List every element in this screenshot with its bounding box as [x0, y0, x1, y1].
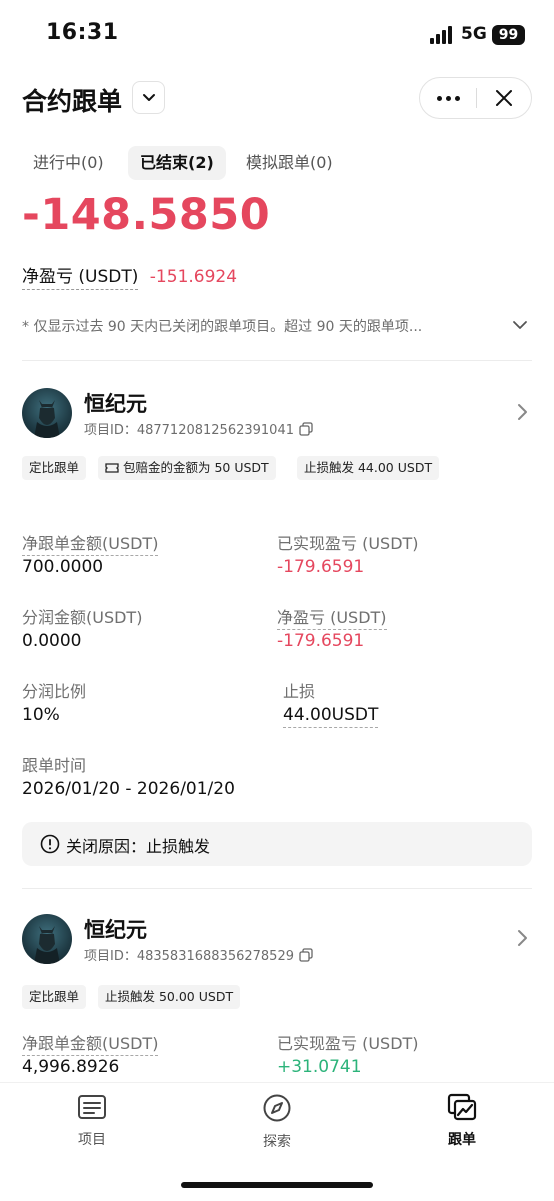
trader-card-header[interactable]: 恒纪元 项目ID：4877120812562391041 — [0, 388, 554, 448]
profit-share-label: 分润金额(USDT) — [22, 608, 143, 627]
net-pnl-label[interactable]: 净盈亏 (USDT) — [22, 267, 139, 290]
compass-icon — [263, 1094, 291, 1122]
signal-icon — [430, 26, 456, 44]
project-id: 项目ID：4877120812562391041 — [84, 419, 313, 438]
share-ratio-label: 分润比例 — [22, 682, 87, 701]
history-note: * 仅显示过去 90 天内已关闭的跟单项目。超过 90 天的跟单项... — [22, 319, 423, 335]
nav-copy-trade[interactable]: 跟单 — [412, 1093, 512, 1157]
card-net-pnl-value: -179.6591 — [277, 631, 365, 651]
chevron-right-icon[interactable] — [515, 928, 529, 948]
nav-projects-label: 项目 — [78, 1132, 106, 1148]
more-button[interactable] — [420, 78, 476, 118]
wolf-avatar-icon — [34, 400, 60, 438]
avatar — [22, 388, 72, 438]
nav-explore-label: 探索 — [263, 1134, 291, 1150]
divider — [22, 360, 532, 361]
status-tabs: 进行中(0) 已结束(2) 模拟跟单(0) — [22, 146, 422, 182]
nav-copy-trade-label: 跟单 — [448, 1132, 476, 1148]
list-card-icon — [78, 1095, 106, 1119]
project-id: 项目ID：4835831688356278529 — [84, 945, 313, 964]
page-header: 合约跟单 — [0, 70, 554, 128]
share-ratio-value: 10% — [22, 705, 60, 725]
avatar — [22, 914, 72, 964]
copy-icon[interactable] — [299, 422, 313, 436]
net-pnl-row: 净盈亏 (USDT) -151.6924 — [22, 262, 238, 290]
wolf-avatar-icon — [34, 926, 60, 964]
chevron-right-icon[interactable] — [515, 402, 529, 422]
total-pnl: -148.5850 — [22, 190, 271, 240]
voucher-icon — [105, 463, 119, 473]
battery-icon: 99 — [492, 25, 525, 45]
stop-loss-label: 止损 — [283, 682, 316, 701]
title-dropdown-button[interactable] — [132, 81, 165, 114]
copy-icon[interactable] — [299, 948, 313, 962]
trader-name: 恒纪元 — [84, 392, 147, 416]
tag-stop-loss: 止损触发 50.00 USDT — [98, 985, 241, 1009]
status-bar: 16:31 5G 99 — [0, 0, 554, 64]
mini-program-capsule — [419, 77, 532, 119]
page-title: 合约跟单 — [22, 87, 123, 116]
net-amount-value: 4,996.8926 — [22, 1057, 120, 1077]
expand-note-icon[interactable] — [512, 318, 528, 332]
home-indicator[interactable] — [181, 1182, 373, 1188]
realized-pnl-value: +31.0741 — [277, 1057, 362, 1077]
close-reason-box: 关闭原因：止损触发 — [22, 822, 532, 866]
status-time: 16:31 — [46, 20, 119, 45]
tag-ratio-copy: 定比跟单 — [22, 985, 87, 1009]
tag-compensation: 包赔金的金额为 50 USDT — [98, 456, 276, 480]
tab-in-progress[interactable]: 进行中(0) — [33, 146, 104, 180]
tag-compensation-text: 包赔金的金额为 50 USDT — [123, 460, 269, 475]
trader-name: 恒纪元 — [84, 918, 147, 942]
info-icon — [40, 834, 60, 854]
net-amount-label[interactable]: 净跟单金额(USDT) — [22, 530, 159, 556]
network-type: 5G — [461, 24, 487, 44]
stop-loss-value[interactable]: 44.00USDT — [283, 705, 379, 728]
nav-projects[interactable]: 项目 — [42, 1093, 142, 1157]
copy-time-label: 跟单时间 — [22, 756, 87, 775]
card-net-pnl-label[interactable]: 净盈亏 (USDT) — [277, 604, 387, 630]
chevron-down-icon — [143, 94, 155, 101]
tab-ended[interactable]: 已结束(2) — [128, 146, 226, 180]
project-id-text: 项目ID：4835831688356278529 — [84, 949, 294, 964]
net-pnl-value: -151.6924 — [149, 267, 238, 287]
trader-card-header[interactable]: 恒纪元 项目ID：4835831688356278529 — [0, 914, 554, 974]
project-id-text: 项目ID：4877120812562391041 — [84, 423, 294, 438]
net-amount-value: 700.0000 — [22, 557, 104, 577]
divider — [22, 888, 532, 889]
profit-share-value: 0.0000 — [22, 631, 82, 651]
tab-simulated[interactable]: 模拟跟单(0) — [246, 146, 333, 180]
net-amount-label[interactable]: 净跟单金额(USDT) — [22, 1030, 159, 1056]
realized-pnl-label: 已实现盈亏 (USDT) — [277, 534, 419, 553]
close-reason-text: 关闭原因：止损触发 — [66, 837, 211, 856]
close-icon — [496, 90, 512, 106]
realized-pnl-value: -179.6591 — [277, 557, 365, 577]
copy-time-value: 2026/01/20 - 2026/01/20 — [22, 779, 235, 799]
tag-stop-loss: 止损触发 44.00 USDT — [297, 456, 440, 480]
close-button[interactable] — [477, 78, 532, 118]
copy-trade-chart-icon — [447, 1093, 477, 1121]
tag-ratio-copy: 定比跟单 — [22, 456, 87, 480]
nav-explore[interactable]: 探索 — [227, 1093, 327, 1157]
realized-pnl-label: 已实现盈亏 (USDT) — [277, 1034, 419, 1053]
